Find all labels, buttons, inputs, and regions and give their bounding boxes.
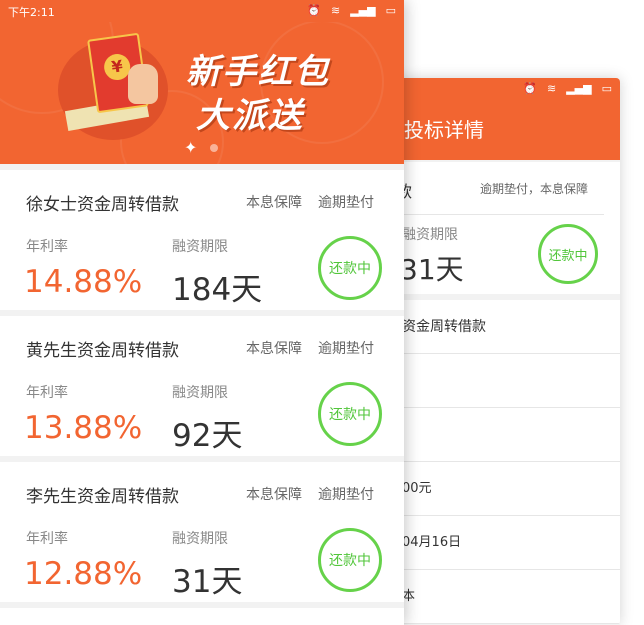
banner-title-line2: 大派送	[196, 96, 304, 136]
promo-banner[interactable]: ¥ 新手红包 大派送 ✦	[0, 0, 404, 164]
signal-icon: ▂▄▆	[566, 82, 592, 95]
banner-title-line1: 新手红包	[186, 52, 330, 92]
guarantee-tagline: 逾期垫付，本息保障	[480, 182, 589, 196]
term-label: 融资期限	[172, 531, 228, 547]
loan-name: 黄先生资金周转借款	[26, 341, 179, 361]
loan-card[interactable]: 黄先生资金周转借款 本息保障 逾期垫付 年利率 融资期限 13.88% 92天 …	[0, 316, 404, 456]
detail-row: 00元	[390, 462, 620, 516]
guarantee-tag: 本息保障	[246, 341, 302, 357]
carousel-dot-active[interactable]: ✦	[184, 138, 197, 157]
status-icons: ⏰ ≋ ▂▄▆ ▭	[523, 82, 612, 95]
rate-value: 12.88%	[24, 556, 143, 592]
status-badge: 还款中	[538, 224, 598, 284]
carousel-dot[interactable]	[210, 144, 218, 152]
rate-label: 年利率	[26, 239, 68, 255]
status-icons: ⏰ ≋ ▂▄▆ ▭	[307, 4, 396, 17]
rate-value: 14.88%	[24, 264, 143, 300]
rate-label: 年利率	[26, 531, 68, 547]
alarm-icon: ⏰	[523, 82, 537, 95]
wifi-icon: ≋	[546, 82, 557, 95]
rate-label: 年利率	[26, 385, 68, 401]
status-bar: 下午2:11 ⏰ ≋ ▂▄▆ ▭	[0, 0, 404, 22]
detail-row: 04月16日	[390, 516, 620, 570]
hand-icon	[128, 64, 158, 104]
loan-card[interactable]: 徐女士资金周转借款 本息保障 逾期垫付 年利率 融资期限 14.88% 184天…	[0, 170, 404, 310]
term-label: 融资期限	[402, 227, 458, 243]
back-phone-screen: ⏰ ≋ ▂▄▆ ▭ 投标详情 款 逾期垫付，本息保障 融资期限 31天 还款中 …	[390, 78, 620, 625]
signal-icon: ▂▄▆	[350, 4, 376, 17]
loan-name: 徐女士资金周转借款	[26, 195, 179, 215]
status-time: 下午2:11	[8, 6, 55, 19]
loan-card[interactable]: 李先生资金周转借款 本息保障 逾期垫付 年利率 融资期限 12.88% 31天 …	[0, 462, 404, 602]
term-value: 31天	[172, 564, 243, 600]
detail-row: 本	[390, 570, 620, 624]
status-bar: ⏰ ≋ ▂▄▆ ▭	[390, 78, 620, 100]
loan-card-partial	[0, 608, 404, 625]
term-label: 融资期限	[172, 239, 228, 255]
status-badge: 还款中	[318, 382, 382, 446]
guarantee-tag: 本息保障	[246, 487, 302, 503]
status-badge: 还款中	[318, 236, 382, 300]
divider	[390, 214, 604, 215]
alarm-icon: ⏰	[307, 4, 321, 17]
detail-row: 资金周转借款	[390, 300, 620, 354]
status-badge: 还款中	[318, 528, 382, 592]
battery-icon: ▭	[601, 82, 612, 95]
overdue-tag: 逾期垫付	[318, 195, 374, 211]
page-title: 投标详情	[390, 100, 620, 160]
term-value: 31天	[400, 253, 464, 286]
overdue-tag: 逾期垫付	[318, 487, 374, 503]
term-label: 融资期限	[172, 385, 228, 401]
guarantee-tag: 本息保障	[246, 195, 302, 211]
overdue-tag: 逾期垫付	[318, 341, 374, 357]
detail-row	[390, 354, 620, 408]
front-phone-screen: ¥ 新手红包 大派送 ✦ 下午2:11 ⏰ ≋ ▂▄▆ ▭ 徐女士资金周转借款 …	[0, 0, 404, 625]
detail-card: 款 逾期垫付，本息保障 融资期限 31天 还款中	[390, 162, 620, 294]
wifi-icon: ≋	[330, 4, 341, 17]
rate-value: 13.88%	[24, 410, 143, 446]
term-value: 92天	[172, 418, 243, 454]
detail-row	[390, 408, 620, 462]
loan-name: 李先生资金周转借款	[26, 487, 179, 507]
battery-icon: ▭	[385, 4, 396, 17]
term-value: 184天	[172, 272, 263, 308]
